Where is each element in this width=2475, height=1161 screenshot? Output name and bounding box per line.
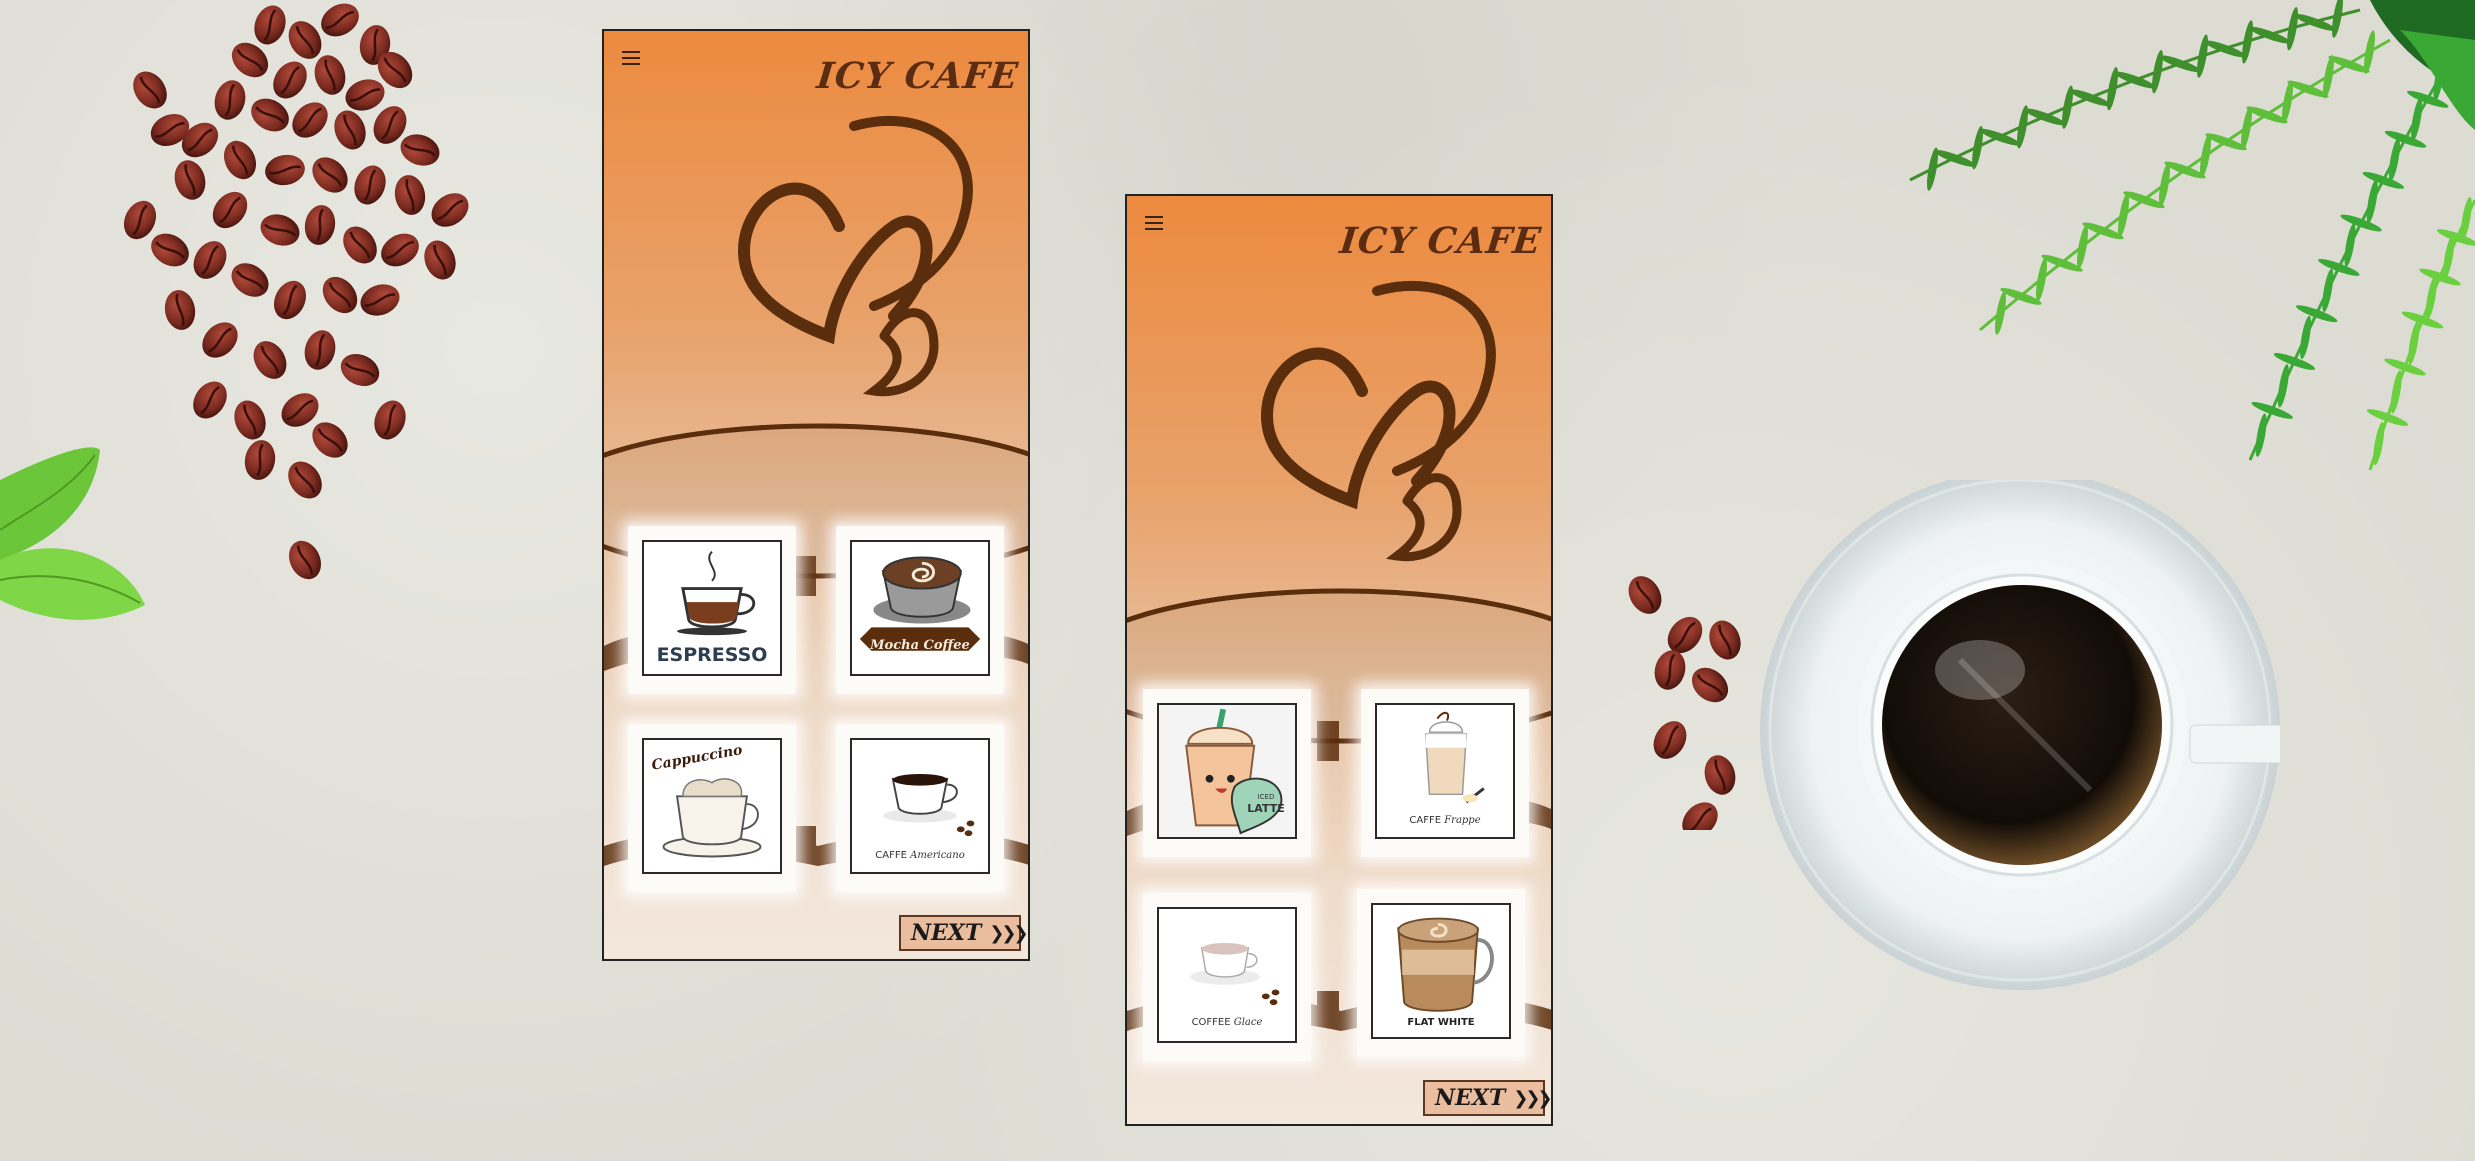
menu-item-iced-latte[interactable]: ICED LATTE xyxy=(1157,703,1297,839)
coffee-bean xyxy=(151,233,189,267)
coffee-bean xyxy=(431,193,469,227)
coffee-bean xyxy=(288,540,322,580)
coffee-bean xyxy=(354,165,386,205)
coffee-bean xyxy=(340,353,380,387)
coffee-bean xyxy=(288,461,322,499)
coffee-bean xyxy=(304,330,336,370)
menu-item-americano[interactable]: CAFFE Americano xyxy=(850,738,990,874)
item-name-glace: COFFEE Glace xyxy=(1191,1017,1263,1028)
coffee-bean xyxy=(321,3,359,37)
coffee-bean xyxy=(292,102,328,138)
coffee-bean xyxy=(253,341,287,379)
coffee-bean xyxy=(381,233,419,267)
next-button[interactable]: NEXT ❯❯❯ xyxy=(899,915,1028,951)
coffee-bean xyxy=(212,191,248,229)
coffee-bean xyxy=(322,276,358,314)
menu-card-mocha: Mocha Coffee xyxy=(836,526,1004,694)
app-screen-1: ICY CAFE ESPRESSO Mocha Coffee Cappuccin… xyxy=(602,29,1030,961)
next-label: NEXT xyxy=(1435,1085,1506,1111)
menu-item-mocha[interactable]: Mocha Coffee xyxy=(850,540,990,676)
coffee-bean xyxy=(1691,667,1729,703)
coffee-bean xyxy=(374,400,406,440)
coffee-bean xyxy=(244,440,276,480)
coffee-bean xyxy=(265,154,305,186)
coffee-bean xyxy=(424,240,456,280)
palm-leaves-topright xyxy=(1909,0,2475,471)
coffee-bean xyxy=(312,422,348,458)
triple-chevron-right-icon: ❯❯❯ xyxy=(1513,1087,1551,1109)
menu-card-iced-latte: ICED LATTE xyxy=(1143,689,1311,857)
iced-latte-cup-icon xyxy=(1185,708,1283,835)
coffee-bean xyxy=(234,400,266,440)
coffee-beans-cluster xyxy=(123,3,469,580)
coffee-bean xyxy=(260,214,300,246)
coffee-bean xyxy=(1682,802,1718,830)
menu-card-espresso: ESPRESSO xyxy=(628,526,796,694)
coffee-bean xyxy=(312,157,348,193)
coffee-bean xyxy=(223,140,257,180)
menu-item-glace[interactable]: COFFEE Glace xyxy=(1157,907,1297,1043)
menu-item-cappuccino[interactable]: Cappuccino xyxy=(642,738,782,874)
coffee-bean xyxy=(360,284,400,316)
coffee-bean xyxy=(202,322,238,358)
cappuccino-cup-icon xyxy=(662,778,762,858)
menu-card-cappuccino: Cappuccino xyxy=(628,724,796,892)
coffee-bean xyxy=(1628,576,1662,614)
item-name-americano: CAFFE Americano xyxy=(875,850,965,861)
coffee-cup-saucer xyxy=(1760,480,2280,990)
green-leaves-left xyxy=(0,447,145,620)
coffee-bean xyxy=(231,263,269,297)
coffee-bean xyxy=(214,80,246,120)
coffee-bean xyxy=(345,79,385,111)
coffee-bean xyxy=(314,55,346,95)
hamburger-menu-icon[interactable] xyxy=(1145,216,1163,230)
menu-card-frappe: CAFFE Frappe xyxy=(1361,689,1529,857)
coffee-bean xyxy=(1704,755,1736,795)
coffee-bean xyxy=(273,61,307,99)
coffee-bean xyxy=(1653,721,1687,759)
triple-chevron-right-icon: ❯❯❯ xyxy=(989,922,1028,944)
coffee-bean xyxy=(1654,650,1686,690)
coffee-bean xyxy=(193,381,227,419)
mocha-coffee-icon xyxy=(859,556,981,651)
brand-title: ICY CAFE xyxy=(1337,220,1544,262)
item-name-mocha: Mocha Coffee xyxy=(870,638,970,653)
coffee-bean xyxy=(273,280,307,320)
coffee-bean xyxy=(251,98,289,132)
coffee-bean xyxy=(174,160,206,200)
coffee-bean xyxy=(334,110,366,150)
menu-item-flat-white[interactable]: FLAT WHITE xyxy=(1371,903,1511,1039)
next-label: NEXT xyxy=(911,920,982,946)
coffee-bean xyxy=(254,5,286,45)
coffee-bean xyxy=(288,21,322,59)
coffee-bean xyxy=(304,205,336,245)
item-name-iced-latte: ICED LATTE xyxy=(1247,793,1285,815)
menu-card-flat-white: FLAT WHITE xyxy=(1357,889,1525,1057)
coffee-bean xyxy=(164,290,196,330)
menu-item-espresso[interactable]: ESPRESSO xyxy=(642,540,782,676)
app-screen-2: ICY CAFE ICED LATTE CAFFE Frappe COFFEE … xyxy=(1125,194,1553,1126)
coffee-bean xyxy=(394,175,426,215)
item-name-flat-white: FLAT WHITE xyxy=(1407,1017,1475,1028)
coffee-bean xyxy=(1709,620,1741,660)
item-name-espresso: ESPRESSO xyxy=(656,644,768,666)
coffee-bean xyxy=(400,134,440,166)
brand-title: ICY CAFE xyxy=(814,55,1021,97)
hamburger-menu-icon[interactable] xyxy=(622,51,640,65)
menu-card-glace: COFFEE Glace xyxy=(1143,893,1311,1061)
coffee-beans-small xyxy=(1628,576,1741,830)
item-name-frappe: CAFFE Frappe xyxy=(1409,815,1481,826)
coffee-bean xyxy=(133,71,167,109)
coffee-bean xyxy=(193,241,227,279)
menu-card-americano: CAFFE Americano xyxy=(836,724,1004,892)
coffee-bean xyxy=(343,226,377,264)
next-button[interactable]: NEXT ❯❯❯ xyxy=(1423,1080,1551,1116)
menu-item-frappe[interactable]: CAFFE Frappe xyxy=(1375,703,1515,839)
